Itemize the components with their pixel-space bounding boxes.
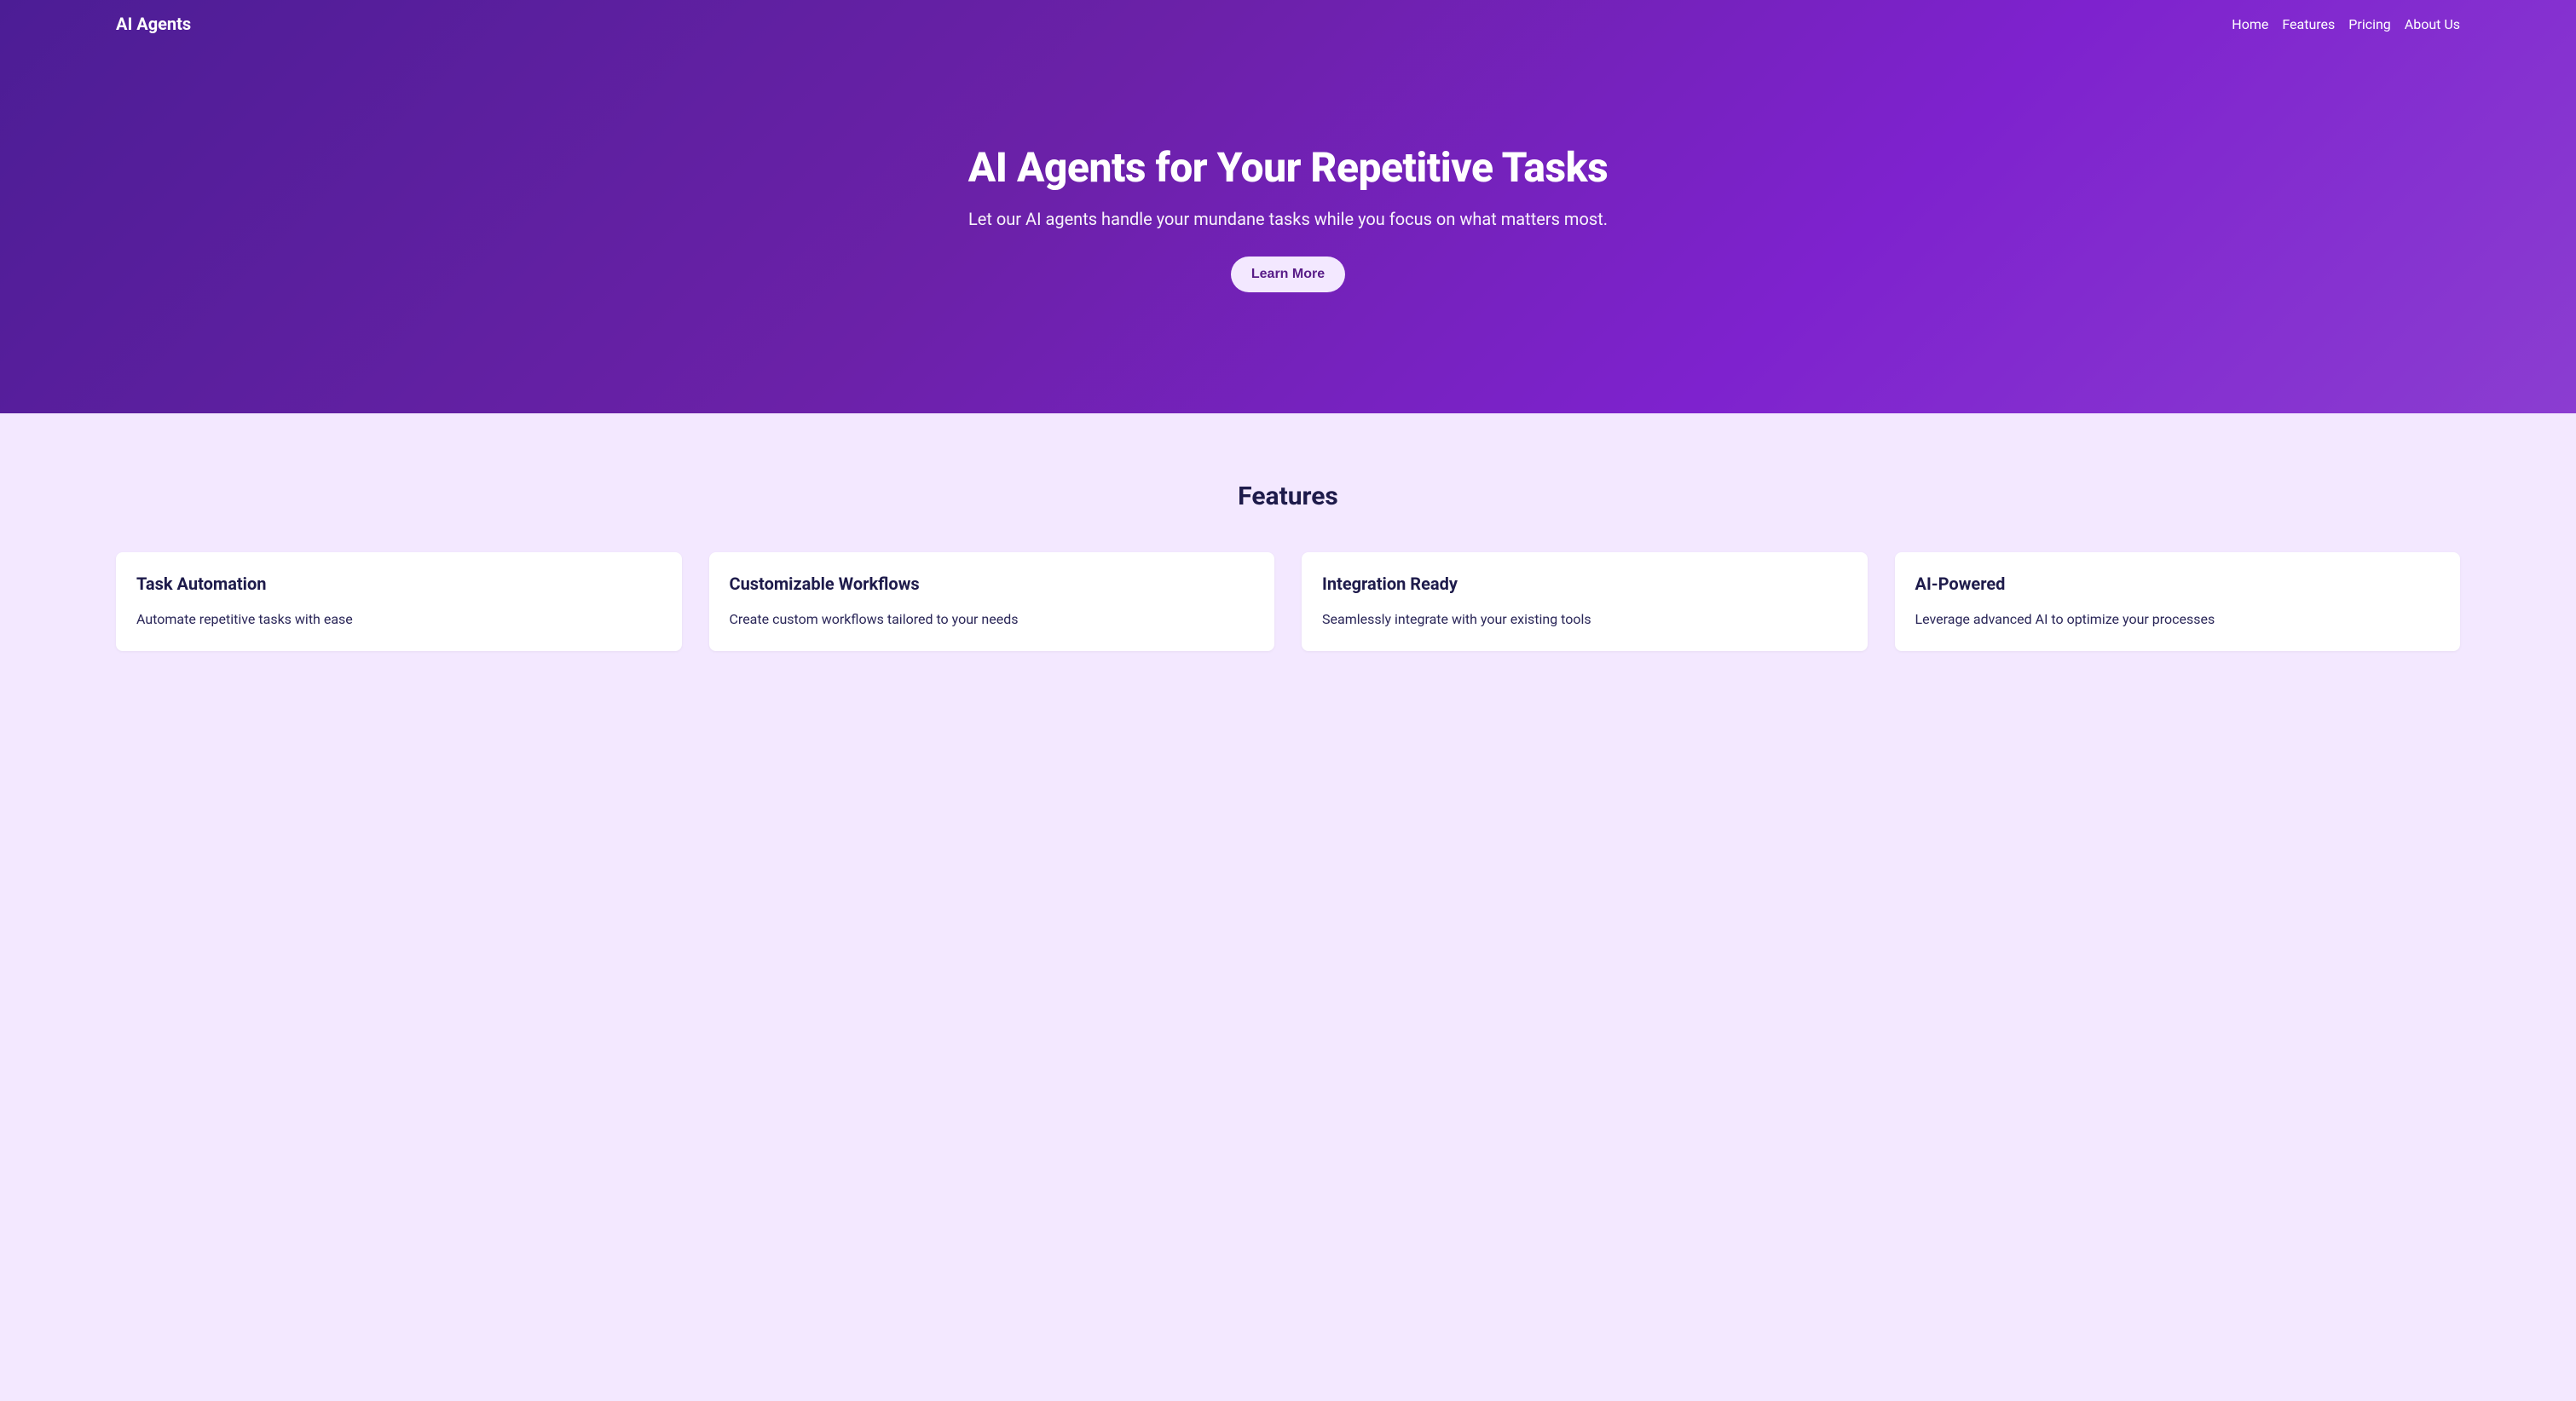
nav-link-about-us[interactable]: About Us [2405,16,2460,32]
nav-link-features[interactable]: Features [2282,16,2335,32]
features-grid: Task Automation Automate repetitive task… [116,552,2460,651]
feature-title: Integration Ready [1322,573,1847,596]
nav-links: Home Features Pricing About Us [2232,16,2460,32]
hero-content: AI Agents for Your Repetitive Tasks Let … [0,48,2576,395]
feature-card-integration-ready: Integration Ready Seamlessly integrate w… [1302,552,1868,651]
feature-title: Customizable Workflows [730,573,1255,596]
hero-title: AI Agents for Your Repetitive Tasks [20,143,2556,192]
feature-description: Automate repetitive tasks with ease [136,609,661,631]
feature-description: Leverage advanced AI to optimize your pr… [1915,609,2440,631]
learn-more-button[interactable]: Learn More [1231,257,1345,292]
feature-card-ai-powered: AI-Powered Leverage advanced AI to optim… [1895,552,2461,651]
feature-title: Task Automation [136,573,661,596]
feature-card-task-automation: Task Automation Automate repetitive task… [116,552,682,651]
nav-link-home[interactable]: Home [2232,16,2268,32]
hero-subtitle: Let our AI agents handle your mundane ta… [20,209,2556,229]
feature-description: Seamlessly integrate with your existing … [1322,609,1847,631]
nav-link-pricing[interactable]: Pricing [2348,16,2391,32]
features-section: Features Task Automation Automate repeti… [0,413,2576,685]
hero-section: AI Agents Home Features Pricing About Us… [0,0,2576,413]
brand-logo[interactable]: AI Agents [116,14,191,34]
feature-description: Create custom workflows tailored to your… [730,609,1255,631]
feature-card-customizable-workflows: Customizable Workflows Create custom wor… [709,552,1275,651]
features-heading: Features [116,481,2460,511]
feature-title: AI-Powered [1915,573,2440,596]
nav-bar: AI Agents Home Features Pricing About Us [0,0,2576,48]
